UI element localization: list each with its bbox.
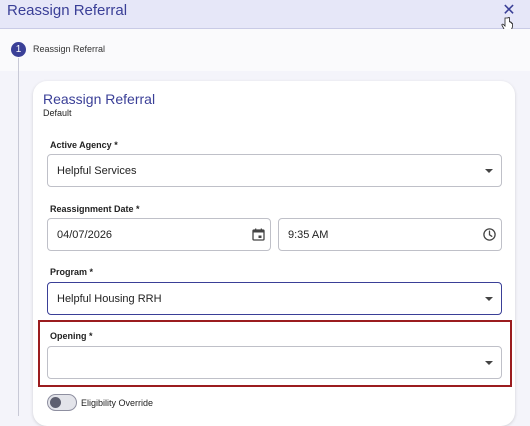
agency-select[interactable]: Helpful Services xyxy=(47,154,502,187)
reassignment-date-label: Reassignment Date * xyxy=(50,204,140,214)
chevron-down-icon xyxy=(485,297,493,301)
agency-label: Active Agency * xyxy=(50,140,118,150)
card-subtitle: Default xyxy=(43,108,72,118)
time-value: 9:35 AM xyxy=(288,228,329,241)
opening-label: Opening * xyxy=(50,331,93,341)
reassignment-date-input[interactable]: 04/07/2026 xyxy=(47,218,271,251)
clock-icon[interactable] xyxy=(483,228,496,241)
program-select[interactable]: Helpful Housing RRH xyxy=(47,282,502,315)
chevron-down-icon xyxy=(485,361,493,365)
card-title: Reassign Referral xyxy=(43,91,156,107)
chevron-down-icon xyxy=(485,169,493,173)
toggle-knob xyxy=(50,397,61,408)
eligibility-override-toggle[interactable] xyxy=(47,394,77,411)
eligibility-override-label: Eligibility Override xyxy=(81,398,154,408)
agency-value: Helpful Services xyxy=(57,164,137,177)
calendar-icon[interactable] xyxy=(252,228,265,241)
stepper-line xyxy=(18,58,19,416)
program-label: Program * xyxy=(50,267,94,277)
step-number-badge: 1 xyxy=(11,42,26,57)
program-value: Helpful Housing RRH xyxy=(57,292,162,305)
opening-select[interactable] xyxy=(47,346,502,379)
dialog-title: Reassign Referral xyxy=(7,2,128,19)
date-value: 04/07/2026 xyxy=(57,228,113,241)
step-label: Reassign Referral xyxy=(33,44,106,54)
reassignment-time-input[interactable]: 9:35 AM xyxy=(278,218,502,251)
